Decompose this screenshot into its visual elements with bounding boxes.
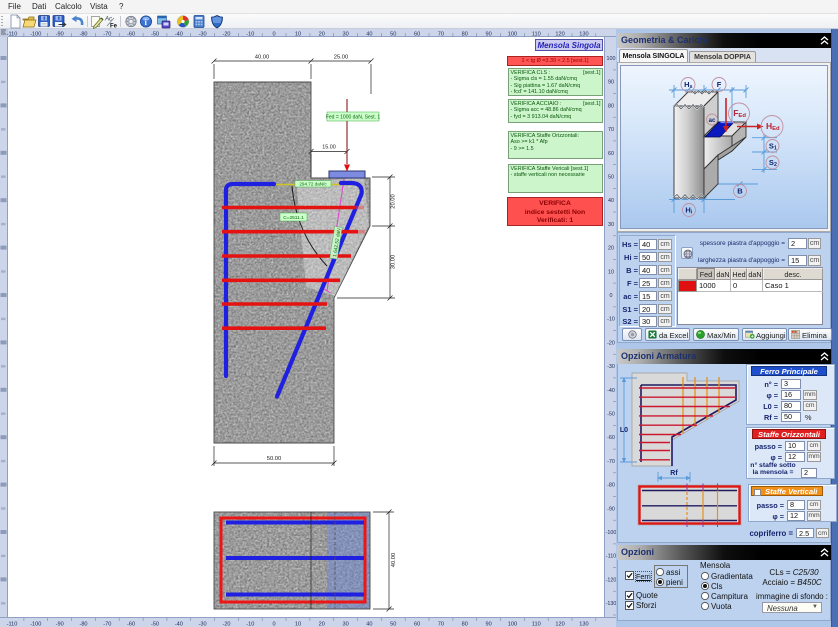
- svg-text:100: 100: [607, 56, 616, 62]
- svg-text:-10: -10: [607, 317, 615, 323]
- svg-text:15.00: 15.00: [322, 145, 336, 151]
- svg-text:L0: L0: [620, 427, 628, 434]
- svg-text:60: 60: [414, 622, 420, 627]
- svg-text:294.72 daN/c: 294.72 daN/c: [299, 182, 327, 187]
- svg-text:50: 50: [390, 622, 396, 627]
- svg-text:S2: S2: [769, 158, 777, 168]
- svg-text:B: B: [737, 187, 743, 196]
- svg-text:130: 130: [579, 622, 588, 627]
- svg-text:40: 40: [366, 622, 372, 627]
- svg-text:-110: -110: [7, 622, 18, 627]
- svg-text:20: 20: [608, 246, 614, 252]
- svg-text:40: 40: [608, 198, 614, 204]
- svg-text:60: 60: [608, 151, 614, 157]
- svg-text:-80: -80: [79, 622, 87, 627]
- svg-text:Fed = 1000 daN, Sest. 1: Fed = 1000 daN, Sest. 1: [326, 114, 381, 120]
- svg-text:-90: -90: [607, 506, 615, 512]
- svg-text:-90: -90: [56, 622, 64, 627]
- svg-text:120: 120: [555, 622, 564, 627]
- svg-text:-40: -40: [175, 622, 183, 627]
- svg-text:-120: -120: [606, 577, 617, 583]
- svg-text:-70: -70: [607, 459, 615, 465]
- svg-text:-40: -40: [607, 388, 615, 394]
- svg-text:-100: -100: [606, 530, 617, 536]
- svg-text:30.00: 30.00: [391, 255, 397, 270]
- svg-text:Rf: Rf: [670, 470, 678, 477]
- svg-text:90: 90: [608, 80, 614, 86]
- svg-text:0: 0: [610, 293, 613, 299]
- svg-text:-30: -30: [607, 364, 615, 370]
- svg-text:70: 70: [438, 622, 444, 627]
- svg-text:25.00: 25.00: [334, 55, 349, 61]
- svg-text:Hi: Hi: [685, 206, 692, 216]
- svg-text:HEd: HEd: [766, 121, 780, 132]
- svg-text:-80: -80: [607, 483, 615, 489]
- svg-text:-70: -70: [103, 622, 111, 627]
- svg-text:-60: -60: [607, 435, 615, 441]
- svg-text:-20: -20: [607, 340, 615, 346]
- svg-text:50: 50: [608, 175, 614, 181]
- svg-text:20: 20: [319, 622, 325, 627]
- svg-text:20.00: 20.00: [391, 194, 397, 209]
- svg-text:-50: -50: [151, 622, 159, 627]
- svg-text:S1: S1: [769, 142, 777, 152]
- svg-text:-10: -10: [246, 622, 254, 627]
- svg-text:-130: -130: [606, 601, 617, 607]
- svg-text:C=2511.1: C=2511.1: [283, 215, 304, 221]
- svg-text:ac: ac: [709, 118, 716, 124]
- svg-text:-100: -100: [30, 622, 41, 627]
- svg-text:30: 30: [608, 222, 614, 228]
- svg-text:FEd: FEd: [733, 108, 746, 119]
- svg-text:30: 30: [342, 622, 348, 627]
- svg-text:-60: -60: [127, 622, 135, 627]
- svg-text:80: 80: [608, 103, 614, 109]
- svg-text:10: 10: [295, 622, 301, 627]
- svg-text:-50: -50: [607, 412, 615, 418]
- svg-text:F: F: [717, 80, 722, 89]
- svg-text:Hs: Hs: [684, 80, 692, 90]
- svg-text:10: 10: [608, 269, 614, 275]
- svg-text:0: 0: [273, 622, 276, 627]
- svg-text:100: 100: [508, 622, 517, 627]
- svg-text:-110: -110: [606, 554, 616, 560]
- svg-text:80: 80: [462, 622, 468, 627]
- svg-text:40.00: 40.00: [255, 55, 270, 61]
- svg-text:50.00: 50.00: [267, 456, 282, 462]
- svg-text:70: 70: [608, 127, 614, 133]
- svg-text:-20: -20: [222, 622, 230, 627]
- svg-text:110: 110: [532, 622, 541, 627]
- svg-text:90: 90: [485, 622, 491, 627]
- svg-text:-30: -30: [199, 622, 207, 627]
- svg-text:40.00: 40.00: [391, 553, 397, 568]
